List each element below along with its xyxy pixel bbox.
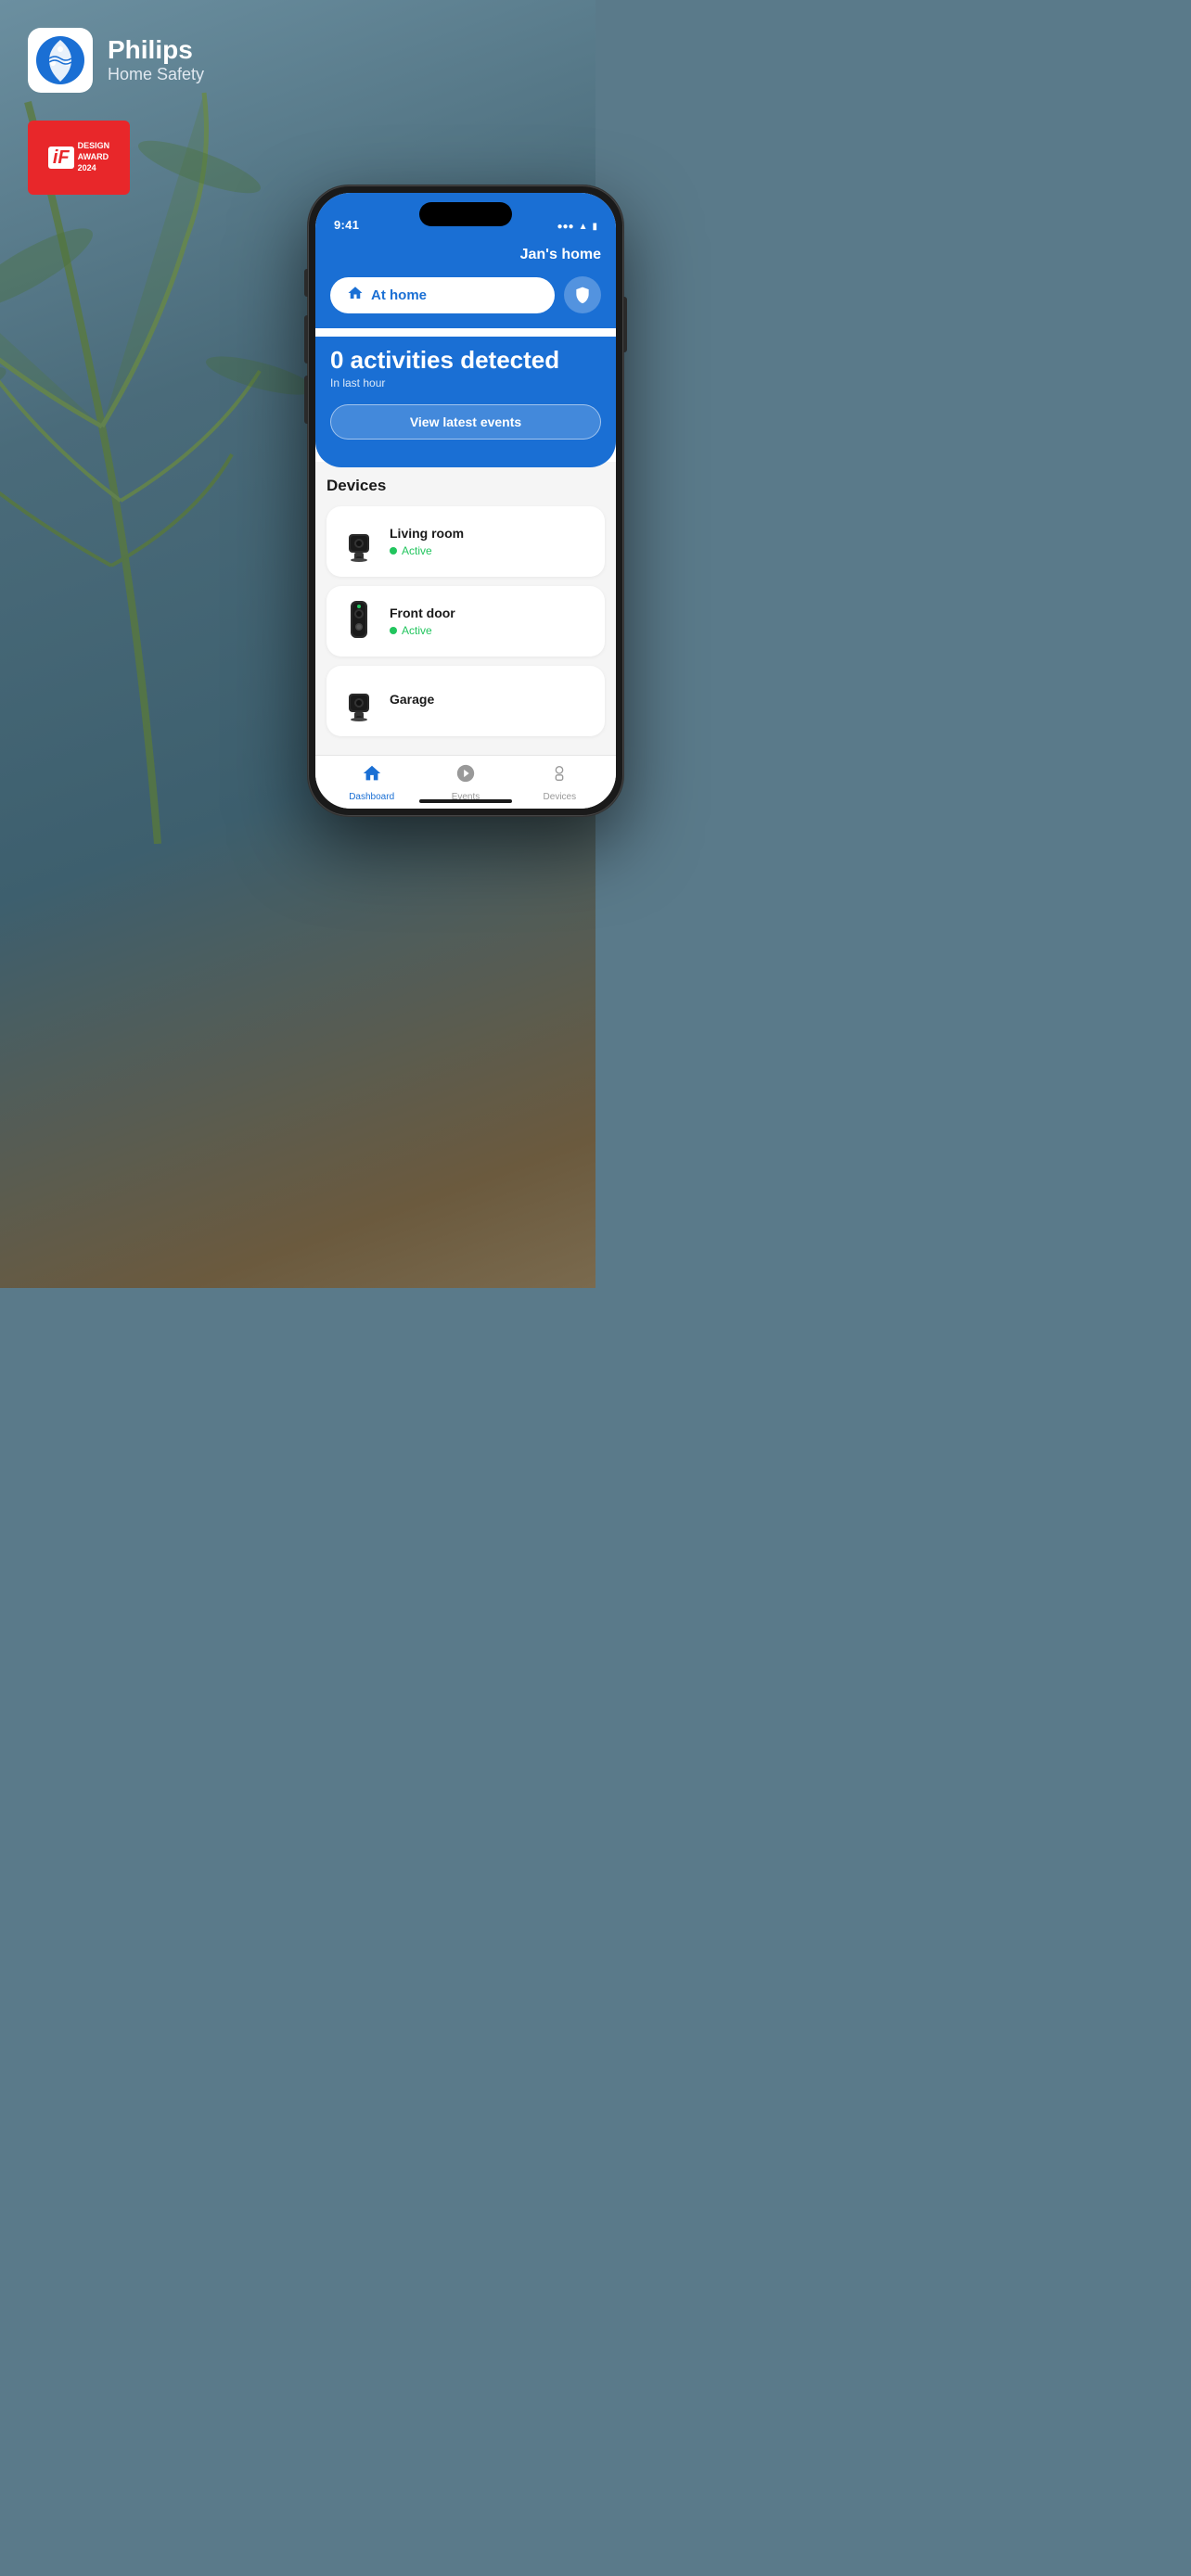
device-name-garage: Garage: [390, 692, 592, 707]
award-text: DESIGN AWARD 2024: [78, 141, 110, 173]
side-button-vol-down: [304, 376, 308, 424]
status-dot-front-door: [390, 627, 397, 634]
status-time: 9:41: [334, 218, 359, 232]
activity-count: 0 activities detected: [330, 346, 601, 375]
side-button-power: [623, 297, 627, 352]
dashboard-icon: [362, 763, 382, 789]
devices-icon: [549, 763, 570, 789]
nav-dashboard[interactable]: Dashboard: [325, 763, 418, 802]
dynamic-island: [419, 202, 512, 226]
app-subtitle: Home Safety: [108, 65, 204, 84]
mode-selector[interactable]: At home: [330, 276, 601, 313]
wifi-icon: ▲: [579, 222, 588, 232]
phone-screen: 9:41 ●●● ▲ ▮ Jan's home: [315, 193, 616, 809]
at-home-label: At home: [371, 287, 427, 303]
status-dot-living-room: [390, 547, 397, 555]
signal-icon: ●●●: [557, 222, 573, 232]
dashboard-label: Dashboard: [349, 792, 394, 802]
status-icons: ●●● ▲ ▮: [557, 222, 597, 232]
device-name-living-room: Living room: [390, 526, 592, 541]
side-button-mute: [304, 269, 308, 297]
view-events-button[interactable]: View latest events: [330, 404, 601, 440]
phone-mockup: 9:41 ●●● ▲ ▮ Jan's home: [308, 185, 623, 816]
device-card-garage[interactable]: Garage: [327, 666, 605, 736]
device-status-front-door: Active: [390, 624, 592, 637]
philips-logo: [28, 28, 93, 93]
activity-subtitle: In last hour: [330, 376, 601, 389]
nav-events[interactable]: Events: [418, 763, 512, 802]
device-info-living-room: Living room Active: [390, 526, 592, 557]
home-icon: [347, 285, 364, 306]
award-badge: iF DESIGN AWARD 2024: [28, 121, 130, 195]
app-title-block: Philips Home Safety: [108, 36, 204, 84]
phone-frame: 9:41 ●●● ▲ ▮ Jan's home: [308, 185, 623, 816]
device-card-living-room[interactable]: Living room Active: [327, 506, 605, 577]
status-text-living-room: Active: [402, 544, 432, 557]
device-name-front-door: Front door: [390, 606, 592, 620]
device-status-living-room: Active: [390, 544, 592, 557]
side-button-vol-up: [304, 315, 308, 363]
device-image-front-door: [339, 599, 378, 644]
activity-section: 0 activities detected In last hour View …: [315, 337, 616, 467]
device-info-front-door: Front door Active: [390, 606, 592, 637]
device-info-garage: Garage: [390, 692, 592, 710]
device-image-living-room: [339, 519, 378, 564]
device-image-garage: [339, 679, 378, 723]
nav-devices[interactable]: Devices: [513, 763, 607, 802]
events-icon: [455, 763, 476, 789]
award-if-label: iF: [48, 147, 74, 169]
app-name: Philips: [108, 36, 204, 65]
app-header-phone: Jan's home At home: [315, 237, 616, 328]
app-header: Philips Home Safety: [28, 28, 204, 93]
content-area: Devices: [315, 462, 616, 755]
shield-button[interactable]: [564, 276, 601, 313]
devices-section-title: Devices: [327, 477, 605, 495]
status-text-front-door: Active: [402, 624, 432, 637]
home-indicator: [419, 799, 512, 803]
home-name: Jan's home: [330, 247, 601, 263]
battery-icon: ▮: [592, 222, 597, 232]
at-home-pill[interactable]: At home: [330, 277, 555, 313]
device-card-front-door[interactable]: Front door Active: [327, 586, 605, 657]
devices-label: Devices: [544, 792, 577, 802]
